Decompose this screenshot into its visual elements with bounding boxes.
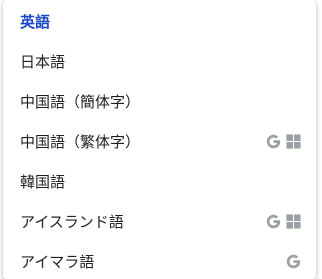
language-label: 日本語	[20, 52, 66, 71]
language-item-aymara[interactable]: アイマラ語	[3, 241, 316, 279]
language-item-japanese[interactable]: 日本語	[3, 41, 316, 81]
language-label: 英語	[20, 12, 51, 31]
google-g-icon	[265, 213, 282, 230]
language-item-chinese-simplified[interactable]: 中国語（簡体字）	[3, 81, 316, 121]
grid-icon	[285, 213, 302, 230]
language-item-chinese-traditional[interactable]: 中国語（繁体字）	[3, 121, 316, 161]
language-label: アイマラ語	[20, 252, 95, 271]
google-g-icon	[265, 133, 282, 150]
grid-icon	[285, 133, 302, 150]
language-item-english[interactable]: 英語	[3, 1, 316, 41]
language-label: 韓国語	[20, 172, 66, 191]
language-label: アイスランド語	[20, 212, 124, 231]
language-icons	[285, 253, 302, 270]
language-item-icelandic[interactable]: アイスランド語	[3, 201, 316, 241]
language-label: 中国語（繁体字）	[20, 132, 141, 151]
google-g-icon	[285, 253, 302, 270]
language-icons	[265, 133, 302, 150]
language-label: 中国語（簡体字）	[20, 92, 141, 111]
language-icons	[265, 213, 302, 230]
language-item-korean[interactable]: 韓国語	[3, 161, 316, 201]
language-dropdown-menu: 英語 日本語 中国語（簡体字） 中国語（繁体字） 韓国語 アイスランド語 アイマ…	[3, 0, 316, 279]
